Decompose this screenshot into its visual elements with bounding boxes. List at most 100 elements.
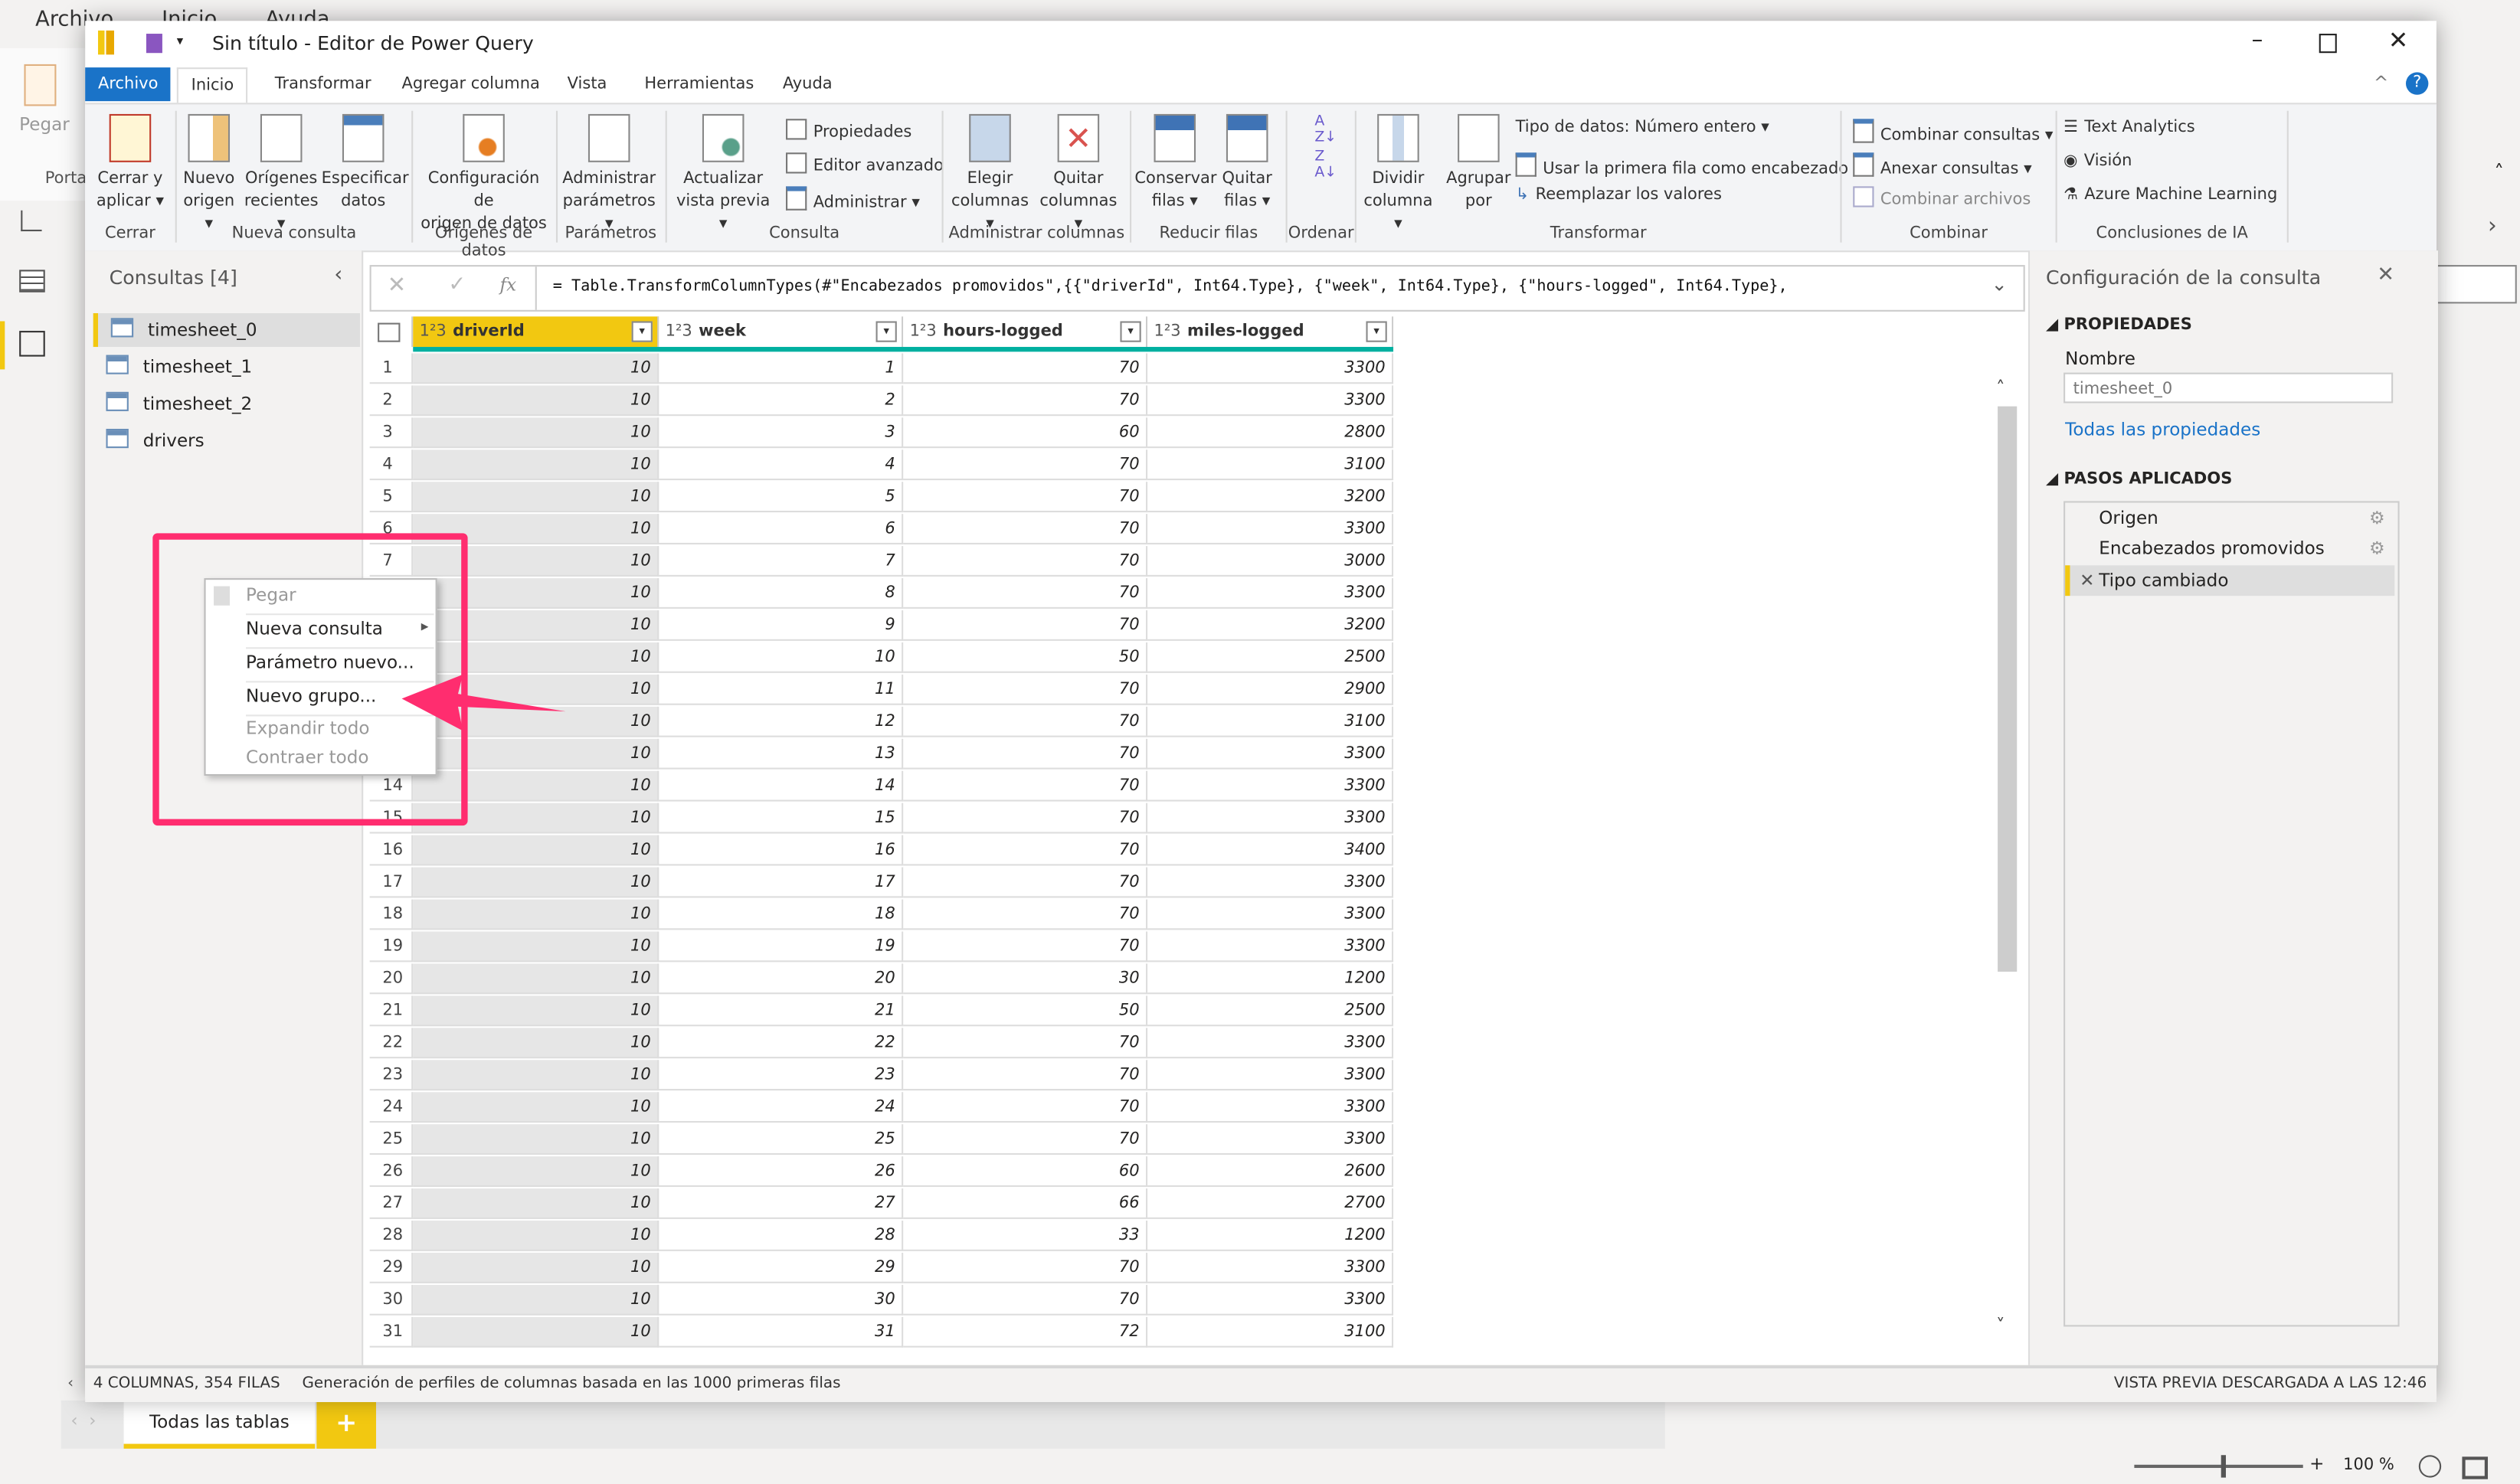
zoom-in-icon[interactable]: + — [2309, 1453, 2324, 1474]
table-cell[interactable]: 3300 — [1147, 1252, 1394, 1283]
table-cell[interactable]: 70 — [903, 770, 1148, 802]
table-cell[interactable]: 70 — [903, 867, 1148, 898]
reset-icon[interactable] — [2418, 1455, 2442, 1478]
query-name-input[interactable]: timesheet_0 — [2063, 372, 2394, 404]
table-cell[interactable]: 66 — [903, 1188, 1148, 1219]
table-cell[interactable]: 30 — [659, 1284, 904, 1316]
manage-parameters-button[interactable]: Administrar parámetros ▾ — [559, 113, 659, 236]
table-cell[interactable]: 2500 — [1147, 995, 1394, 1027]
query-item[interactable]: timesheet_2 — [93, 387, 355, 420]
row-number[interactable]: 28 — [369, 1221, 414, 1251]
refresh-preview-button[interactable]: Actualizar vista previa ▾ — [670, 113, 776, 236]
table-cell[interactable]: 70 — [903, 1124, 1148, 1155]
confirm-formula-icon[interactable]: ✓ — [448, 273, 466, 297]
delete-step-icon[interactable]: ✕ — [2080, 565, 2094, 596]
table-cell[interactable]: 18 — [659, 899, 904, 930]
table-cell[interactable]: 10 — [413, 963, 659, 995]
tab-vista[interactable]: Vista — [555, 67, 620, 101]
table-cell[interactable]: 7 — [659, 546, 904, 577]
table-cell[interactable]: 3300 — [1147, 1060, 1394, 1091]
table-cell[interactable]: 3300 — [1147, 385, 1394, 417]
table-cell[interactable]: 2 — [659, 385, 904, 417]
table-cell[interactable]: 72 — [903, 1316, 1148, 1348]
text-analytics-button[interactable]: ☰ Text Analytics — [2063, 119, 2195, 136]
row-number[interactable]: 25 — [369, 1124, 414, 1155]
row-number[interactable]: 30 — [369, 1284, 414, 1316]
add-page-button[interactable]: + — [316, 1400, 376, 1449]
table-cell[interactable]: 3000 — [1147, 546, 1394, 577]
row-number[interactable]: 3 — [369, 417, 414, 449]
table-cell[interactable]: 70 — [903, 931, 1148, 963]
bg-search-box[interactable] — [2436, 265, 2517, 304]
properties-heading[interactable]: ◢ PROPIEDADES — [2046, 316, 2192, 334]
merge-queries-button[interactable]: Combinar consultas ▾ — [1853, 119, 2053, 145]
row-number[interactable]: 31 — [369, 1316, 414, 1348]
table-cell[interactable]: 3300 — [1147, 1092, 1394, 1123]
table-cell[interactable]: 10 — [413, 482, 659, 513]
help-icon[interactable]: ? — [2406, 72, 2429, 95]
table-cell[interactable]: 10 — [413, 867, 659, 898]
choose-columns-button[interactable]: Elegir columnas ▾ — [947, 113, 1033, 236]
tab-ayuda[interactable]: Ayuda — [770, 67, 845, 101]
table-cell[interactable]: 70 — [903, 1252, 1148, 1283]
table-cell[interactable]: 4 — [659, 449, 904, 481]
row-number[interactable]: 5 — [369, 482, 414, 513]
cancel-formula-icon[interactable]: ✕ — [388, 273, 407, 299]
row-number[interactable]: 24 — [369, 1092, 414, 1123]
table-cell[interactable]: 70 — [903, 385, 1148, 417]
tab-inicio[interactable]: Inicio — [176, 67, 249, 103]
remove-rows-button[interactable]: Quitar filas ▾ — [1215, 113, 1279, 214]
table-cell[interactable]: 10 — [413, 385, 659, 417]
table-cell[interactable]: 28 — [659, 1221, 904, 1251]
table-cell[interactable]: 3300 — [1147, 770, 1394, 802]
column-header-hours-logged[interactable]: 1²3 hours-logged ▾ — [903, 316, 1148, 348]
remove-columns-button[interactable]: ✕ Quitar columnas ▾ — [1033, 113, 1123, 236]
keep-rows-button[interactable]: Conservar filas ▾ — [1134, 113, 1217, 214]
step-item[interactable]: Origen ⚙ — [2065, 505, 2394, 534]
table-cell[interactable]: 31 — [659, 1316, 904, 1348]
table-cell[interactable]: 10 — [413, 995, 659, 1027]
table-cell[interactable]: 60 — [903, 417, 1148, 449]
query-item[interactable]: drivers — [93, 424, 355, 458]
table-cell[interactable]: 10 — [413, 449, 659, 481]
table-cell[interactable]: 10 — [413, 1284, 659, 1316]
table-cell[interactable]: 10 — [413, 835, 659, 866]
table-cell[interactable]: 8 — [659, 578, 904, 609]
row-number[interactable]: 20 — [369, 963, 414, 995]
column-header-driverId[interactable]: 1²3 driverId ▾ — [413, 316, 659, 348]
table-menu-button[interactable] — [369, 316, 414, 348]
row-number[interactable]: 29 — [369, 1252, 414, 1283]
scroll-left-icon[interactable]: ‹ — [67, 1368, 74, 1401]
table-cell[interactable]: 10 — [413, 1221, 659, 1251]
table-cell[interactable]: 30 — [903, 963, 1148, 995]
table-cell[interactable]: 3300 — [1147, 931, 1394, 963]
data-source-settings-button[interactable]: Configuración de origen de datos — [416, 113, 551, 236]
table-cell[interactable]: 3300 — [1147, 867, 1394, 898]
table-cell[interactable]: 25 — [659, 1124, 904, 1155]
table-cell[interactable]: 3100 — [1147, 1316, 1394, 1348]
row-number[interactable]: 4 — [369, 449, 414, 481]
table-cell[interactable]: 3300 — [1147, 514, 1394, 545]
table-cell[interactable]: 33 — [903, 1221, 1148, 1251]
table-cell[interactable]: 21 — [659, 995, 904, 1027]
manage-button[interactable]: Administrar ▾ — [786, 186, 920, 212]
type-icon[interactable]: 1²3 — [666, 323, 692, 341]
table-cell[interactable]: 10 — [413, 353, 659, 384]
row-number[interactable]: 16 — [369, 835, 414, 866]
page-nav-arrows[interactable]: ‹ › — [70, 1410, 96, 1431]
enter-data-button[interactable]: Especificar datos — [322, 113, 409, 214]
type-icon[interactable]: 1²3 — [910, 323, 937, 341]
table-cell[interactable]: 19 — [659, 931, 904, 963]
row-number[interactable]: 19 — [369, 931, 414, 963]
quick-access-dropdown-icon[interactable]: ▾ — [177, 34, 183, 48]
table-cell[interactable]: 3300 — [1147, 899, 1394, 930]
formula-input[interactable]: = Table.TransformColumnTypes(#"Encabezad… — [553, 278, 1788, 296]
filter-dropdown-icon[interactable]: ▾ — [631, 321, 653, 342]
table-cell[interactable]: 2700 — [1147, 1188, 1394, 1219]
close-settings-icon[interactable]: ✕ — [2377, 263, 2394, 287]
step-settings-gear-icon[interactable]: ⚙ — [2369, 534, 2385, 564]
column-header-miles-logged[interactable]: 1²3 miles-logged ▾ — [1147, 316, 1394, 348]
bg-paste-label[interactable]: Pegar — [19, 114, 70, 135]
table-cell[interactable]: 50 — [903, 642, 1148, 673]
scroll-up-icon[interactable]: ˄ — [1996, 378, 2005, 398]
